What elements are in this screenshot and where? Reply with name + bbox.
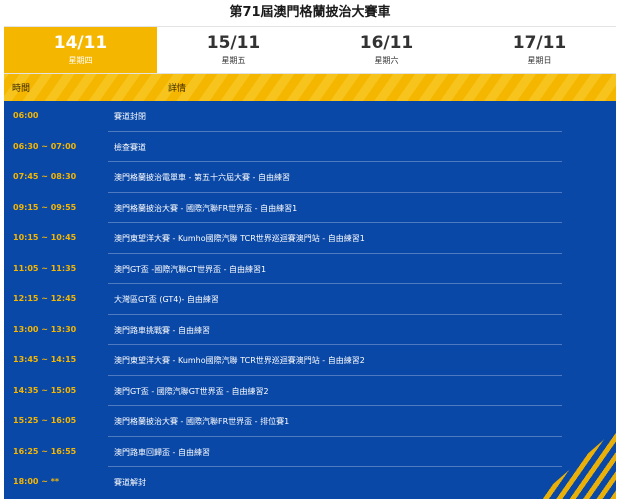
- schedule-row: 16:25 ~ 16:55 澳門路車回歸盃 - 自由練習: [4, 437, 616, 467]
- row-time: 16:25 ~ 16:55: [13, 446, 77, 456]
- schedule-list: 06:00 賽道封閉 06:30 ~ 07:00 檢查賽道 07:45 ~ 08…: [4, 101, 616, 498]
- row-time: 06:30 ~ 07:00: [13, 141, 77, 151]
- detail-column-header: 詳情: [168, 84, 187, 94]
- tab-date: 14/11: [53, 33, 108, 53]
- row-detail: 澳門格蘭披治電單車 - 第五十六屆大賽 - 自由練習: [114, 173, 290, 182]
- row-time: 13:00 ~ 13:30: [13, 324, 77, 334]
- row-detail: 澳門東望洋大賽 - Kumho國際汽聯 TCR世界巡迴賽澳門站 - 自由練習1: [114, 234, 365, 243]
- row-time: 15:25 ~ 16:05: [13, 416, 77, 425]
- schedule-header: 時間 詳情: [4, 74, 616, 101]
- row-detail: 賽道封閉: [114, 112, 146, 121]
- row-detail: 澳門東望洋大賽 - Kumho國際汽聯 TCR世界巡迴賽澳門站 - 自由練習2: [114, 356, 365, 365]
- tab-date: 15/11: [206, 33, 261, 53]
- tab-date: 16/11: [359, 33, 414, 53]
- tab-15-11[interactable]: 15/11 星期五: [157, 27, 310, 73]
- tab-day: 星期四: [68, 56, 93, 65]
- date-tabs: 14/11 星期四 15/11 星期五 16/11 星期六 17/11 星期日: [4, 26, 616, 74]
- row-time: 13:45 ~ 14:15: [13, 355, 77, 364]
- row-detail: 檢查賽道: [114, 142, 146, 152]
- tab-day: 星期六: [374, 56, 399, 65]
- row-time: 07:45 ~ 08:30: [13, 172, 77, 181]
- schedule-row: 15:25 ~ 16:05 澳門格蘭披治大賽 - 國際汽聯FR世界盃 - 排位賽…: [4, 406, 616, 437]
- row-detail: 賽道解封: [114, 478, 146, 487]
- schedule-row: 07:45 ~ 08:30 澳門格蘭披治電單車 - 第五十六屆大賽 - 自由練習: [4, 162, 616, 193]
- row-detail: 澳門路車挑戰賽 - 自由練習: [114, 325, 210, 335]
- row-detail: 澳門GT盃 - 國際汽聯GT世界盃 - 自由練習2: [114, 386, 269, 396]
- time-column-header: 時間: [12, 84, 31, 94]
- row-time: 18:00 ~ **: [13, 477, 60, 486]
- tab-17-11[interactable]: 17/11 星期日: [463, 27, 616, 73]
- row-detail: 澳門格蘭披治大賽 - 國際汽聯FR世界盃 - 自由練習1: [114, 203, 298, 213]
- row-detail: 澳門路車回歸盃 - 自由練習: [114, 447, 210, 457]
- schedule-row: 09:15 ~ 09:55 澳門格蘭披治大賽 - 國際汽聯FR世界盃 - 自由練…: [4, 193, 616, 223]
- schedule-row: 12:15 ~ 12:45 大灣區GT盃 (GT4)- 自由練習: [4, 284, 616, 315]
- tab-16-11[interactable]: 16/11 星期六: [310, 27, 463, 73]
- row-detail: 澳門GT盃 -國際汽聯GT世界盃 - 自由練習1: [114, 264, 267, 274]
- row-detail: 大灣區GT盃 (GT4)- 自由練習: [114, 295, 219, 304]
- schedule-row: 11:05 ~ 11:35 澳門GT盃 -國際汽聯GT世界盃 - 自由練習1: [4, 254, 616, 284]
- row-detail: 澳門格蘭披治大賽 - 國際汽聯FR世界盃 - 排位賽1: [114, 417, 290, 426]
- row-time: 09:15 ~ 09:55: [13, 202, 77, 212]
- tab-day: 星期日: [527, 56, 552, 65]
- tab-day: 星期五: [221, 56, 246, 65]
- row-time: 10:15 ~ 10:45: [13, 233, 77, 242]
- page-title: 第71屆澳門格蘭披治大賽車: [229, 5, 391, 20]
- schedule-row: 13:00 ~ 13:30 澳門路車挑戰賽 - 自由練習: [4, 315, 616, 345]
- schedule-row: 06:00 賽道封閉: [4, 101, 616, 132]
- row-time: 12:15 ~ 12:45: [13, 294, 77, 303]
- tab-14-11[interactable]: 14/11 星期四: [4, 27, 157, 73]
- row-time: 11:05 ~ 11:35: [13, 263, 77, 273]
- schedule-row: 13:45 ~ 14:15 澳門東望洋大賽 - Kumho國際汽聯 TCR世界巡…: [4, 345, 616, 376]
- row-time: 06:00: [13, 111, 39, 120]
- tab-date: 17/11: [512, 33, 567, 53]
- row-time: 14:35 ~ 15:05: [13, 385, 77, 395]
- schedule-row: 18:00 ~ ** 賽道解封: [4, 467, 616, 498]
- schedule-row: 06:30 ~ 07:00 檢查賽道: [4, 132, 616, 162]
- schedule-row: 10:15 ~ 10:45 澳門東望洋大賽 - Kumho國際汽聯 TCR世界巡…: [4, 223, 616, 254]
- schedule-panel: 時間 詳情 06:00 賽道封閉 06:30 ~ 07:00 檢查賽道 07:4…: [4, 74, 616, 499]
- schedule-row: 14:35 ~ 15:05 澳門GT盃 - 國際汽聯GT世界盃 - 自由練習2: [4, 376, 616, 406]
